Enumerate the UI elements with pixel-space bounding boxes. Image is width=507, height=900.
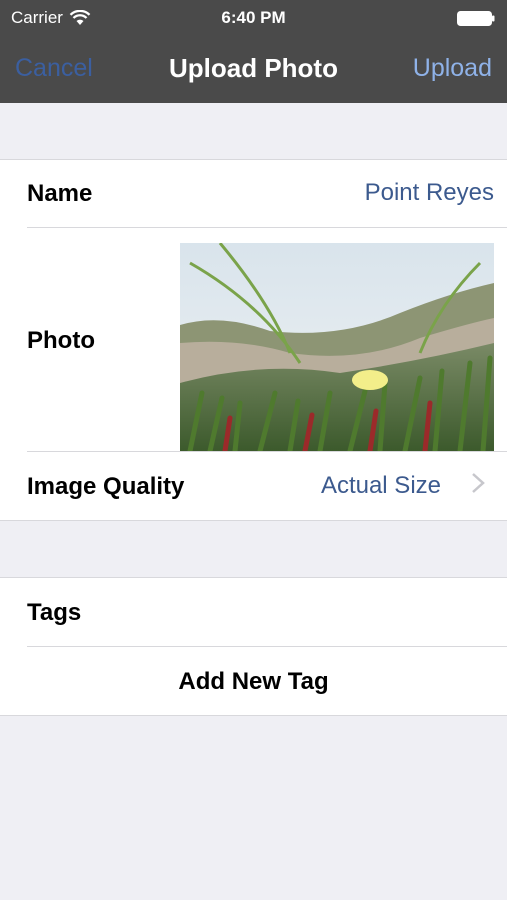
photo-details-group: Name Point Reyes Photo Image Quality Act… [0,159,507,521]
name-label: Name [27,180,93,207]
tags-group: Tags Add New Tag [0,577,507,716]
photo-thumbnail[interactable] [180,243,494,451]
chevron-right-icon [472,473,485,493]
add-new-tag-button[interactable]: Add New Tag [0,647,507,716]
image-quality-value: Actual Size [320,472,441,499]
battery-icon [457,11,495,26]
tags-label: Tags [27,599,82,626]
name-row[interactable]: Name Point Reyes [0,160,507,228]
name-value[interactable]: Point Reyes [365,179,494,207]
image-quality-label: Image Quality [27,473,185,500]
status-time: 6:40 PM [221,8,286,27]
photo-image [180,243,494,451]
upload-button[interactable]: Upload [413,54,492,83]
navigation-bar: Cancel Upload Photo Upload [0,36,507,103]
add-new-tag-label: Add New Tag [178,668,329,695]
status-bar: Carrier 6:40 PM [0,0,507,36]
photo-label: Photo [27,327,95,354]
tags-row: Tags [0,578,507,647]
image-quality-row[interactable]: Image Quality Actual Size [0,452,507,522]
top-bar: Carrier 6:40 PM Cancel Upload Photo Uplo… [0,0,507,103]
